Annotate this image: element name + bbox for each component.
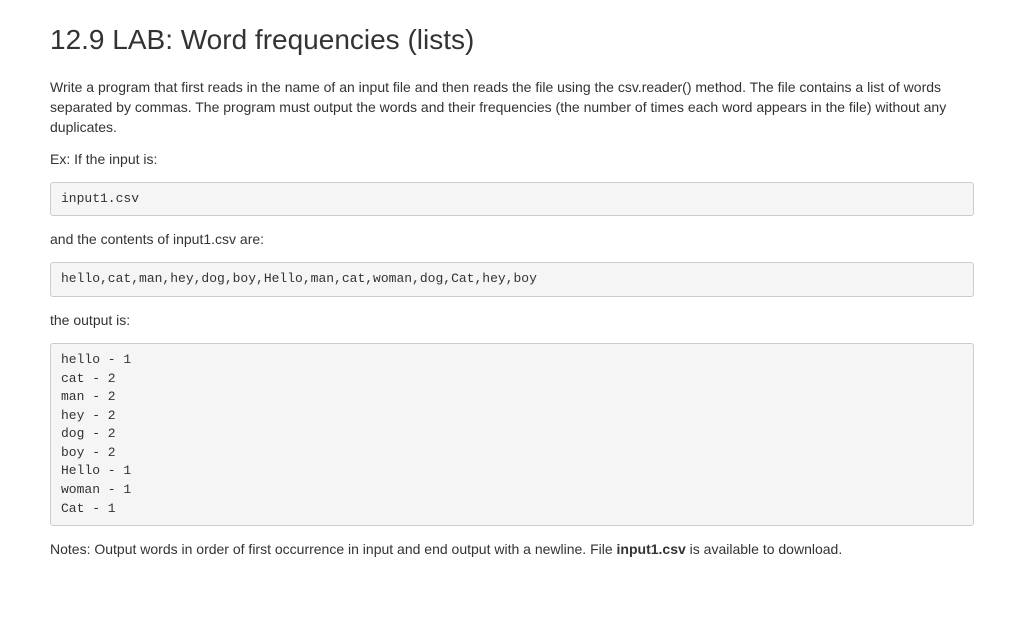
input-filename-codebox: input1.csv bbox=[50, 182, 974, 217]
output-label: the output is: bbox=[50, 311, 974, 331]
csv-contents-codebox: hello,cat,man,hey,dog,boy,Hello,man,cat,… bbox=[50, 262, 974, 297]
notes-filename: input1.csv bbox=[617, 541, 686, 557]
page-title: 12.9 LAB: Word frequencies (lists) bbox=[50, 20, 974, 60]
notes-prefix: Notes: Output words in order of first oc… bbox=[50, 541, 617, 557]
example-input-label: Ex: If the input is: bbox=[50, 150, 974, 170]
intro-paragraph: Write a program that first reads in the … bbox=[50, 78, 974, 138]
notes-suffix: is available to download. bbox=[686, 541, 842, 557]
output-codebox: hello - 1 cat - 2 man - 2 hey - 2 dog - … bbox=[50, 343, 974, 526]
contents-label: and the contents of input1.csv are: bbox=[50, 230, 974, 250]
notes-paragraph: Notes: Output words in order of first oc… bbox=[50, 540, 974, 560]
